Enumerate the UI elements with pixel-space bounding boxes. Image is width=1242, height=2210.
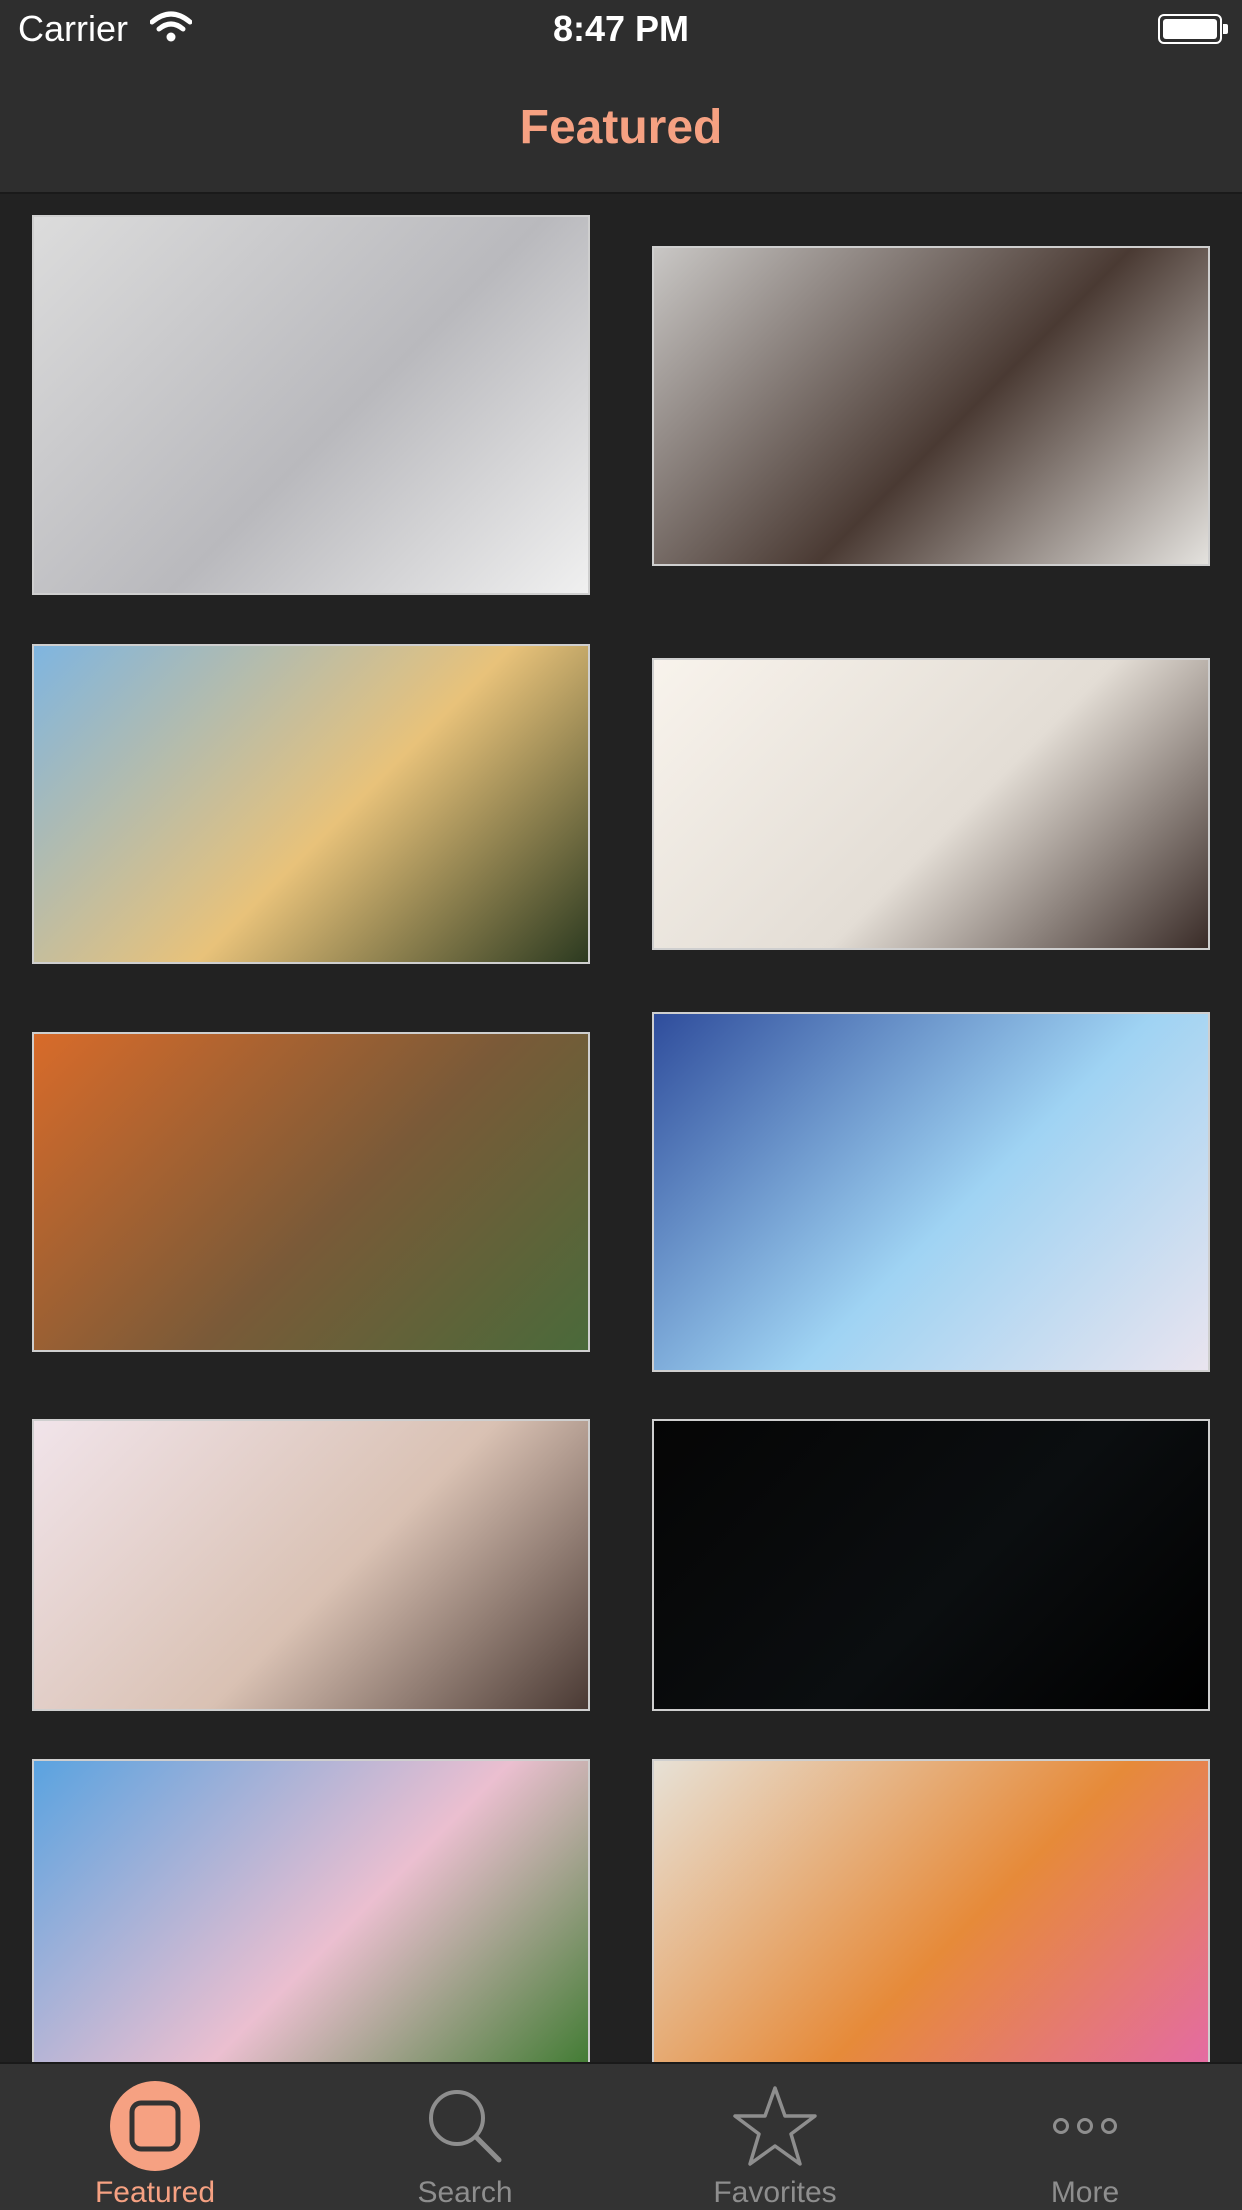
status-bar: Carrier 8:47 PM [0,0,1242,62]
tab-bar: Featured Search Favorites More [0,2062,1242,2210]
tab-label: Search [417,2176,513,2209]
tab-search[interactable]: Search [310,2064,620,2210]
wallpaper-thumbnail[interactable] [652,1012,1210,1372]
wallpaper-thumbnail[interactable] [32,215,590,595]
navigation-bar: Featured [0,62,1242,194]
wallpaper-thumbnail[interactable] [32,644,590,964]
wallpaper-thumbnail[interactable] [32,1759,590,2062]
tab-label: Featured [94,2176,216,2209]
tab-label: Favorites [713,2176,837,2209]
more-dots-icon [1053,2118,1117,2134]
wallpaper-thumbnail[interactable] [652,246,1210,566]
wallpaper-thumbnail[interactable] [652,658,1210,950]
tab-favorites[interactable]: Favorites [620,2064,930,2210]
page-title: Featured [519,101,723,154]
tab-more[interactable]: More [930,2064,1240,2210]
wallpaper-thumbnail[interactable] [652,1419,1210,1711]
wallpaper-thumbnail[interactable] [32,1032,590,1352]
battery-icon [1158,14,1228,44]
tab-label: More [1050,2176,1120,2209]
wallpaper-thumbnail[interactable] [652,1759,1210,2062]
tab-featured[interactable]: Featured [0,2064,310,2210]
search-icon [429,2090,502,2163]
star-icon [733,2086,817,2166]
wallpaper-thumbnail[interactable] [32,1419,590,1711]
wallpaper-grid[interactable] [0,194,1242,2062]
clock: 8:47 PM [552,8,690,49]
featured-square-icon [110,2081,200,2171]
